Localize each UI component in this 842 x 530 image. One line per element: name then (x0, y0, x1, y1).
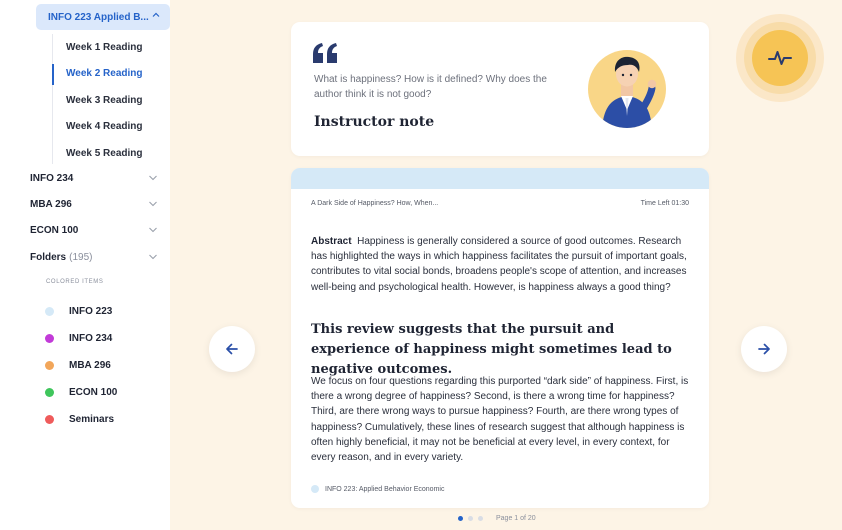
sidebar-course-info-234[interactable]: INFO 234 (30, 168, 162, 188)
time-left: Time Left 01:30 (640, 200, 689, 207)
week-label: Week 1 Reading (66, 41, 143, 53)
colored-item-mba-296[interactable]: MBA 296 (45, 356, 165, 374)
activity-button[interactable] (752, 30, 808, 86)
sidebar-course-info-223[interactable]: INFO 223 Applied B... (36, 4, 170, 30)
colored-item-label: INFO 223 (69, 305, 113, 317)
chevron-down-icon (149, 201, 157, 207)
course-tag: INFO 223: Applied Behavior Economic (311, 485, 444, 493)
colored-items-heading: COLORED ITEMS (46, 279, 104, 285)
previous-button[interactable] (209, 326, 255, 372)
reading-card: A Dark Side of Happiness? How, When... T… (291, 168, 709, 508)
colored-item-info-234[interactable]: INFO 234 (45, 329, 165, 347)
sidebar-course-label: INFO 223 Applied B... (48, 11, 149, 23)
course-color-dot (311, 485, 319, 493)
colored-item-seminars[interactable]: Seminars (45, 410, 165, 428)
color-dot (45, 414, 54, 424)
folders-label: Folders (30, 251, 67, 263)
color-dot (45, 360, 54, 370)
folders-count: (195) (69, 251, 93, 263)
colored-item-econ-100[interactable]: ECON 100 (45, 383, 165, 401)
quote-icon (313, 43, 337, 63)
instructor-illustration (602, 56, 657, 128)
instructor-note-card: What is happiness? How is it defined? Wh… (291, 22, 709, 156)
body-text: We focus on four questions regarding thi… (311, 376, 689, 464)
colored-item-label: Seminars (69, 413, 115, 425)
next-button[interactable] (741, 326, 787, 372)
course-label: MBA 296 (30, 198, 72, 210)
activity-pulse-icon (768, 51, 792, 65)
chevron-down-icon (149, 254, 157, 260)
chevron-up-icon (152, 12, 160, 17)
abstract-text: Happiness is generally considered a sour… (311, 236, 687, 293)
sidebar-course-econ-100[interactable]: ECON 100 (30, 220, 162, 240)
pull-quote: This review suggests that the pursuit an… (311, 322, 672, 377)
color-dot (45, 333, 54, 343)
arrow-left-icon (226, 343, 238, 355)
note-question: What is happiness? How is it defined? Wh… (314, 74, 547, 100)
sidebar-item-week-2[interactable]: Week 2 Reading (52, 61, 170, 88)
sidebar-course-mba-296[interactable]: MBA 296 (30, 194, 162, 214)
document-title: A Dark Side of Happiness? How, When... (311, 200, 439, 207)
page-indicator: Page 1 of 20 (496, 515, 536, 522)
sidebar-folders[interactable]: Folders (195) (30, 247, 162, 267)
reading-card-band (291, 168, 709, 189)
colored-item-label: MBA 296 (69, 359, 111, 371)
course-label: ECON 100 (30, 224, 79, 236)
color-dot (45, 306, 54, 316)
chevron-down-icon (149, 227, 157, 233)
page-dot[interactable] (478, 516, 483, 521)
page-dot[interactable] (468, 516, 473, 521)
course-tag-label: INFO 223: Applied Behavior Economic (325, 485, 445, 493)
week-label: Week 5 Reading (66, 147, 143, 159)
abstract-label: Abstract (311, 236, 352, 247)
colored-item-label: ECON 100 (69, 386, 118, 398)
arrow-right-icon (758, 343, 770, 355)
color-dot (45, 387, 54, 397)
sidebar-item-week-1[interactable]: Week 1 Reading (52, 34, 170, 61)
sidebar-item-week-5[interactable]: Week 5 Reading (52, 140, 170, 167)
sidebar-item-week-4[interactable]: Week 4 Reading (52, 114, 170, 141)
chevron-down-icon (149, 175, 157, 181)
colored-item-label: INFO 234 (69, 332, 113, 344)
week-label: Week 3 Reading (66, 94, 143, 106)
week-list: Week 1 Reading Week 2 Reading Week 3 Rea… (52, 34, 170, 167)
week-label: Week 4 Reading (66, 121, 143, 133)
page-dot-active[interactable] (458, 516, 463, 521)
instructor-avatar (588, 50, 666, 128)
abstract: Abstract Happiness is generally consider… (311, 234, 691, 295)
week-label: Week 2 Reading (66, 68, 143, 80)
pager: Page 1 of 20 (458, 515, 536, 522)
course-label: INFO 234 (30, 172, 74, 184)
sidebar-item-week-3[interactable]: Week 3 Reading (52, 87, 170, 114)
note-title: Instructor note (314, 114, 435, 130)
colored-item-info-223[interactable]: INFO 223 (45, 302, 165, 320)
sidebar: INFO 223 Applied B... Week 1 Reading Wee… (0, 0, 170, 530)
